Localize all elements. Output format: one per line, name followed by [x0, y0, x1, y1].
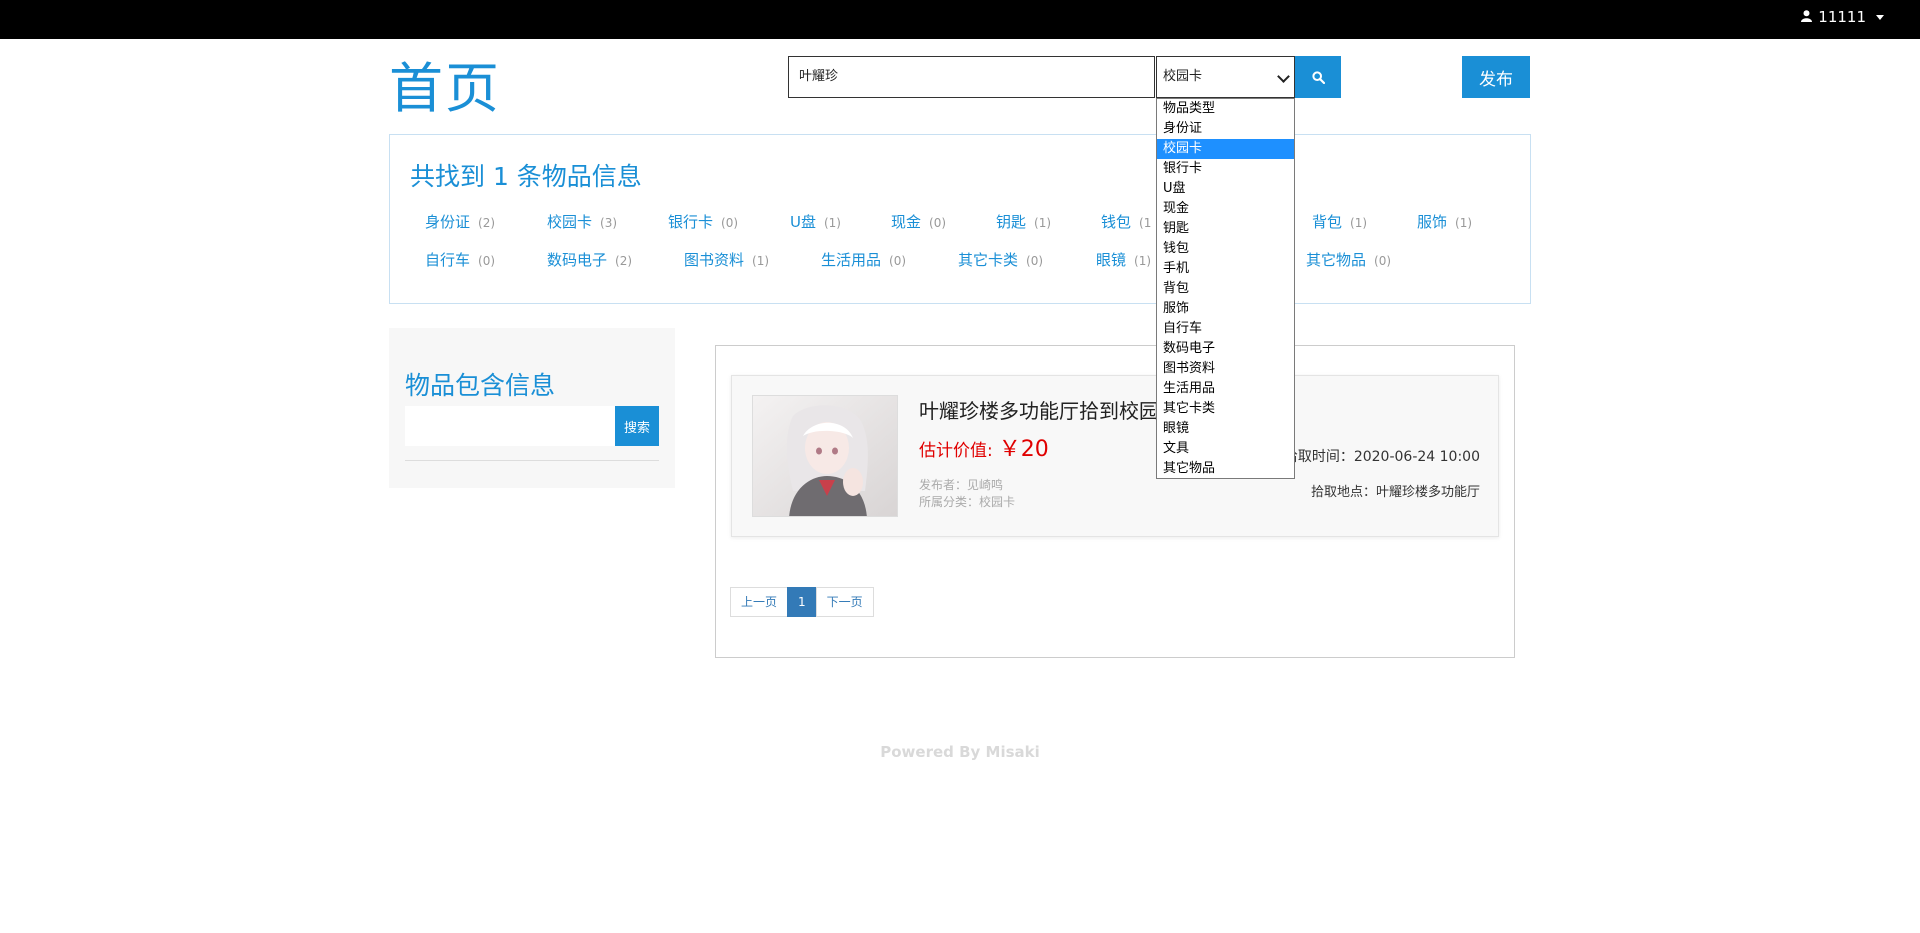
item-type-select[interactable]: 校园卡	[1156, 56, 1295, 98]
dropdown-option[interactable]: 物品类型	[1157, 99, 1294, 119]
item-pickup-time: 拾取时间：2020-06-24 10:00	[1283, 449, 1480, 465]
category-link[interactable]: 背包 (1)	[1312, 211, 1367, 232]
user-icon	[1801, 8, 1813, 26]
dropdown-option[interactable]: 其它卡类	[1157, 399, 1294, 419]
search-button[interactable]	[1295, 56, 1341, 98]
category-link[interactable]: 现金 (0)	[891, 211, 946, 232]
item-price: 估计价值: ￥20	[919, 431, 1049, 463]
divider	[405, 460, 659, 461]
item-card[interactable]: 叶耀珍楼多功能厅拾到校园 估计价值: ￥20 发布者：见崎鸣 所属分类：校园卡 拾…	[731, 375, 1499, 537]
pagination: 上一页 1 下一页	[730, 587, 874, 617]
next-page-button[interactable]: 下一页	[815, 587, 874, 617]
sidebar-search-button[interactable]: 搜索	[615, 406, 659, 446]
result-count-title: 共找到 1 条物品信息	[410, 162, 642, 191]
dropdown-option[interactable]: 眼镜	[1157, 419, 1294, 439]
item-publisher: 发布者：见崎鸣	[919, 478, 1004, 492]
dropdown-option[interactable]: U盘	[1157, 179, 1294, 199]
item-title[interactable]: 叶耀珍楼多功能厅拾到校园	[919, 395, 1159, 424]
top-navbar: 11111	[0, 0, 1920, 39]
keyword-input[interactable]	[405, 406, 615, 446]
dropdown-option[interactable]: 图书资料	[1157, 359, 1294, 379]
page-1-button[interactable]: 1	[787, 587, 817, 617]
dropdown-option[interactable]: 现金	[1157, 199, 1294, 219]
category-link[interactable]: 眼镜 (1)	[1096, 249, 1151, 270]
prev-page-button[interactable]: 上一页	[730, 587, 789, 617]
search-icon	[1311, 70, 1325, 84]
category-link[interactable]: 身份证 (2)	[425, 211, 495, 232]
category-link[interactable]: 其它卡类 (0)	[958, 249, 1043, 270]
dropdown-option[interactable]: 校园卡	[1157, 139, 1294, 159]
item-category: 所属分类：校园卡	[919, 495, 1016, 509]
username: 11111	[1818, 8, 1866, 26]
category-link[interactable]: 图书资料 (1)	[684, 249, 769, 270]
category-link[interactable]: 自行车 (0)	[425, 249, 495, 270]
chevron-down-icon	[1277, 70, 1290, 83]
results-panel: 叶耀珍楼多功能厅拾到校园 估计价值: ￥20 发布者：见崎鸣 所属分类：校园卡 拾…	[715, 345, 1515, 658]
dropdown-option[interactable]: 身份证	[1157, 119, 1294, 139]
publish-button[interactable]: 发布	[1462, 56, 1530, 98]
dropdown-option[interactable]: 手机	[1157, 259, 1294, 279]
item-type-select-value: 校园卡	[1163, 69, 1203, 84]
user-menu[interactable]: 11111	[1801, 8, 1884, 26]
category-link[interactable]: 银行卡 (0)	[668, 211, 738, 232]
category-link[interactable]: U盘 (1)	[790, 211, 841, 232]
dropdown-option[interactable]: 文具	[1157, 439, 1294, 459]
dropdown-option[interactable]: 自行车	[1157, 319, 1294, 339]
chevron-down-icon	[1876, 14, 1884, 20]
dropdown-option[interactable]: 生活用品	[1157, 379, 1294, 399]
category-link[interactable]: 生活用品 (0)	[821, 249, 906, 270]
category-link[interactable]: 其它物品 (0)	[1306, 249, 1391, 270]
dropdown-option[interactable]: 其它物品	[1157, 459, 1294, 479]
site-logo-home[interactable]: 首页	[389, 44, 501, 123]
dropdown-option[interactable]: 钱包	[1157, 239, 1294, 259]
dropdown-option[interactable]: 钥匙	[1157, 219, 1294, 239]
price-label: 估计价值:	[919, 441, 993, 461]
sidebar-title: 物品包含信息	[405, 371, 556, 400]
footer-credit: Powered By Misaki	[880, 743, 1040, 761]
price-value: ￥20	[998, 437, 1049, 462]
category-link[interactable]: 数码电子 (2)	[547, 249, 632, 270]
dropdown-option[interactable]: 服饰	[1157, 299, 1294, 319]
dropdown-option[interactable]: 数码电子	[1157, 339, 1294, 359]
item-type-dropdown-list[interactable]: 物品类型 身份证 校园卡 银行卡 U盘 现金 钥匙 钱包 手机 背包 服饰 自行车 数码电子 图书资料 生活…	[1156, 98, 1295, 479]
item-info-sidebar: 物品包含信息 搜索	[389, 328, 675, 488]
dropdown-option[interactable]: 银行卡	[1157, 159, 1294, 179]
search-summary-panel: 共找到 1 条物品信息 身份证 (2) 校园卡 (3) 银行卡 (0) U盘 (1) 现…	[389, 134, 1531, 304]
dropdown-option[interactable]: 背包	[1157, 279, 1294, 299]
item-pickup-place: 拾取地点：叶耀珍楼多功能厅	[1310, 485, 1480, 500]
category-link[interactable]: 服饰 (1)	[1417, 211, 1472, 232]
search-input[interactable]: 叶耀珍	[788, 56, 1155, 98]
category-link[interactable]: 校园卡 (3)	[547, 211, 617, 232]
category-link[interactable]: 钥匙 (1)	[996, 211, 1051, 232]
item-thumbnail[interactable]	[752, 395, 898, 517]
category-link[interactable]: 钱包 (1	[1101, 211, 1151, 232]
